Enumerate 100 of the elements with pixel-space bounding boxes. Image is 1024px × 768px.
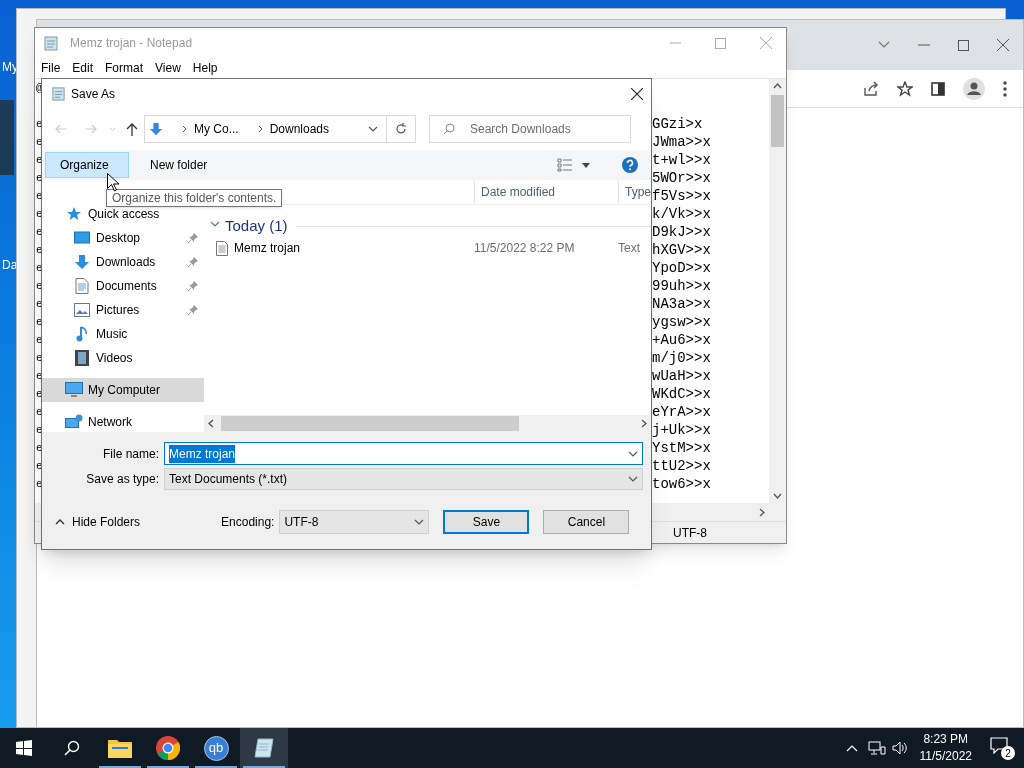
desktop-icon xyxy=(74,231,90,245)
file-type: Text xyxy=(618,240,640,257)
dialog-button[interactable]: Cancel xyxy=(543,510,630,534)
toolbar-button[interactable]: New folder xyxy=(135,152,223,178)
nav-item[interactable]: Pictures xyxy=(42,298,204,322)
download-icon xyxy=(149,121,163,137)
help-icon[interactable] xyxy=(622,157,638,173)
scroll-left-icon[interactable] xyxy=(208,419,214,428)
search-icon xyxy=(443,123,455,135)
network-icon xyxy=(65,414,83,430)
status-encoding: UTF-8 xyxy=(673,524,707,542)
nav-item[interactable]: Music xyxy=(42,322,204,346)
refresh-icon xyxy=(395,123,407,135)
scroll-up-icon[interactable] xyxy=(773,83,782,89)
scroll-right-icon[interactable] xyxy=(641,419,647,428)
text-line: WKdC>>x xyxy=(652,385,711,402)
column-header[interactable]: Date modified xyxy=(481,183,556,201)
refresh-button[interactable] xyxy=(387,115,416,143)
close-icon[interactable] xyxy=(631,87,643,100)
scrollbar-thumb[interactable] xyxy=(221,416,519,431)
chevron-down-icon[interactable] xyxy=(878,41,890,49)
nav-item[interactable]: My Computer xyxy=(42,378,204,402)
view-options-icon[interactable] xyxy=(557,158,573,172)
browser-icon xyxy=(156,736,180,760)
star-icon[interactable] xyxy=(897,80,913,97)
save-type-dropdown[interactable]: Text Documents (*.txt) xyxy=(164,468,643,490)
text-line: t+wl>>x xyxy=(652,151,711,168)
notification-badge: 2 xyxy=(1001,746,1015,760)
encoding-dropdown[interactable]: UTF-8 xyxy=(279,510,430,534)
profile-icon[interactable] xyxy=(963,77,985,100)
nav-item[interactable]: Videos xyxy=(42,346,204,370)
menu-item[interactable]: Format xyxy=(99,59,150,77)
text-line: YstM>>x xyxy=(652,439,711,456)
pin-icon[interactable] xyxy=(188,257,198,267)
text-line: YpoD>>x xyxy=(652,259,711,276)
pin-icon[interactable] xyxy=(188,233,198,243)
scroll-down-icon[interactable] xyxy=(773,493,782,499)
caret-icon[interactable] xyxy=(582,162,590,168)
scroll-right-icon[interactable] xyxy=(759,507,765,517)
text-line: 99uh>>x xyxy=(652,277,711,294)
taskbar-button[interactable]: qb xyxy=(192,728,240,768)
volume-icon[interactable] xyxy=(891,741,908,755)
breadcrumb-item[interactable]: My Co... xyxy=(194,120,239,138)
search-field[interactable]: Search Downloads xyxy=(429,115,631,143)
dialog-title: Save As xyxy=(71,85,116,103)
address-bar[interactable]: My Co... Downloads xyxy=(144,115,387,143)
pin-icon[interactable] xyxy=(188,305,198,315)
more-menu-icon[interactable] xyxy=(1003,80,1007,97)
text-line: NA3a>>x xyxy=(652,295,711,312)
field-label: Encoding: xyxy=(221,514,275,531)
text-line: 5WOr>>x xyxy=(652,169,711,186)
up-arrow-icon[interactable] xyxy=(126,122,138,136)
toolbar-button[interactable]: Organize xyxy=(45,152,129,178)
document-icon xyxy=(75,278,89,294)
pictures-icon xyxy=(74,303,90,317)
text-line: k/Vk>>x xyxy=(652,205,711,222)
breadcrumb-separator-icon xyxy=(257,125,263,133)
menu-item[interactable]: Edit xyxy=(66,59,100,77)
vertical-scrollbar[interactable] xyxy=(769,79,786,521)
text-file-icon xyxy=(216,240,228,256)
file-name-field[interactable]: Memz trojan xyxy=(164,442,643,465)
maximize-icon[interactable] xyxy=(958,39,969,51)
qb-app-icon: qb xyxy=(203,735,229,761)
chevron-up-icon[interactable] xyxy=(845,744,858,752)
menu-item[interactable]: View xyxy=(149,59,187,77)
notifications-button[interactable]: 2 xyxy=(990,737,1012,759)
nav-item[interactable]: Desktop xyxy=(42,226,204,250)
dialog-button[interactable]: Save xyxy=(443,510,530,534)
music-note-icon xyxy=(76,326,88,342)
nav-item[interactable]: Downloads xyxy=(42,250,204,274)
horizontal-scrollbar[interactable] xyxy=(204,415,651,432)
clock-time[interactable]: 8:23 PM xyxy=(923,731,969,748)
column-header[interactable]: Type xyxy=(625,183,651,201)
scrollbar-thumb[interactable] xyxy=(771,95,784,147)
text-line: ygsw>>x xyxy=(652,313,711,330)
field-label: File name: xyxy=(101,445,160,463)
computer-icon xyxy=(65,382,83,398)
group-header[interactable]: Today (1) xyxy=(204,215,651,237)
network-icon[interactable] xyxy=(867,741,886,755)
menu-item[interactable]: File xyxy=(35,59,67,77)
text-line: eYrA>>x xyxy=(652,403,711,420)
star-icon xyxy=(66,206,82,222)
breadcrumb-item[interactable]: Downloads xyxy=(269,120,330,138)
menu-item[interactable]: Help xyxy=(186,59,224,77)
search-icon xyxy=(64,740,80,756)
file-name: Memz trojan xyxy=(234,240,302,257)
clock-date[interactable]: 11/5/2022 xyxy=(919,748,972,765)
nav-item[interactable]: Network xyxy=(42,410,204,432)
text-line: m/j0>>x xyxy=(652,349,711,366)
breadcrumb-separator-icon xyxy=(182,125,187,133)
nav-item[interactable]: Documents xyxy=(42,274,204,298)
taskbar-button[interactable] xyxy=(240,728,288,768)
hide-folders-button[interactable]: Hide Folders xyxy=(55,513,141,531)
pin-icon[interactable] xyxy=(188,281,198,291)
desktop-icon-label: Da xyxy=(2,257,18,274)
windows-logo-icon xyxy=(16,740,32,756)
file-row[interactable]: Memz trojan 11/5/2022 8:22 PM Text xyxy=(204,237,651,259)
share-icon[interactable] xyxy=(863,80,879,97)
window-title: Memz trojan - Notepad xyxy=(70,35,193,52)
side-panel-icon[interactable] xyxy=(931,81,945,96)
